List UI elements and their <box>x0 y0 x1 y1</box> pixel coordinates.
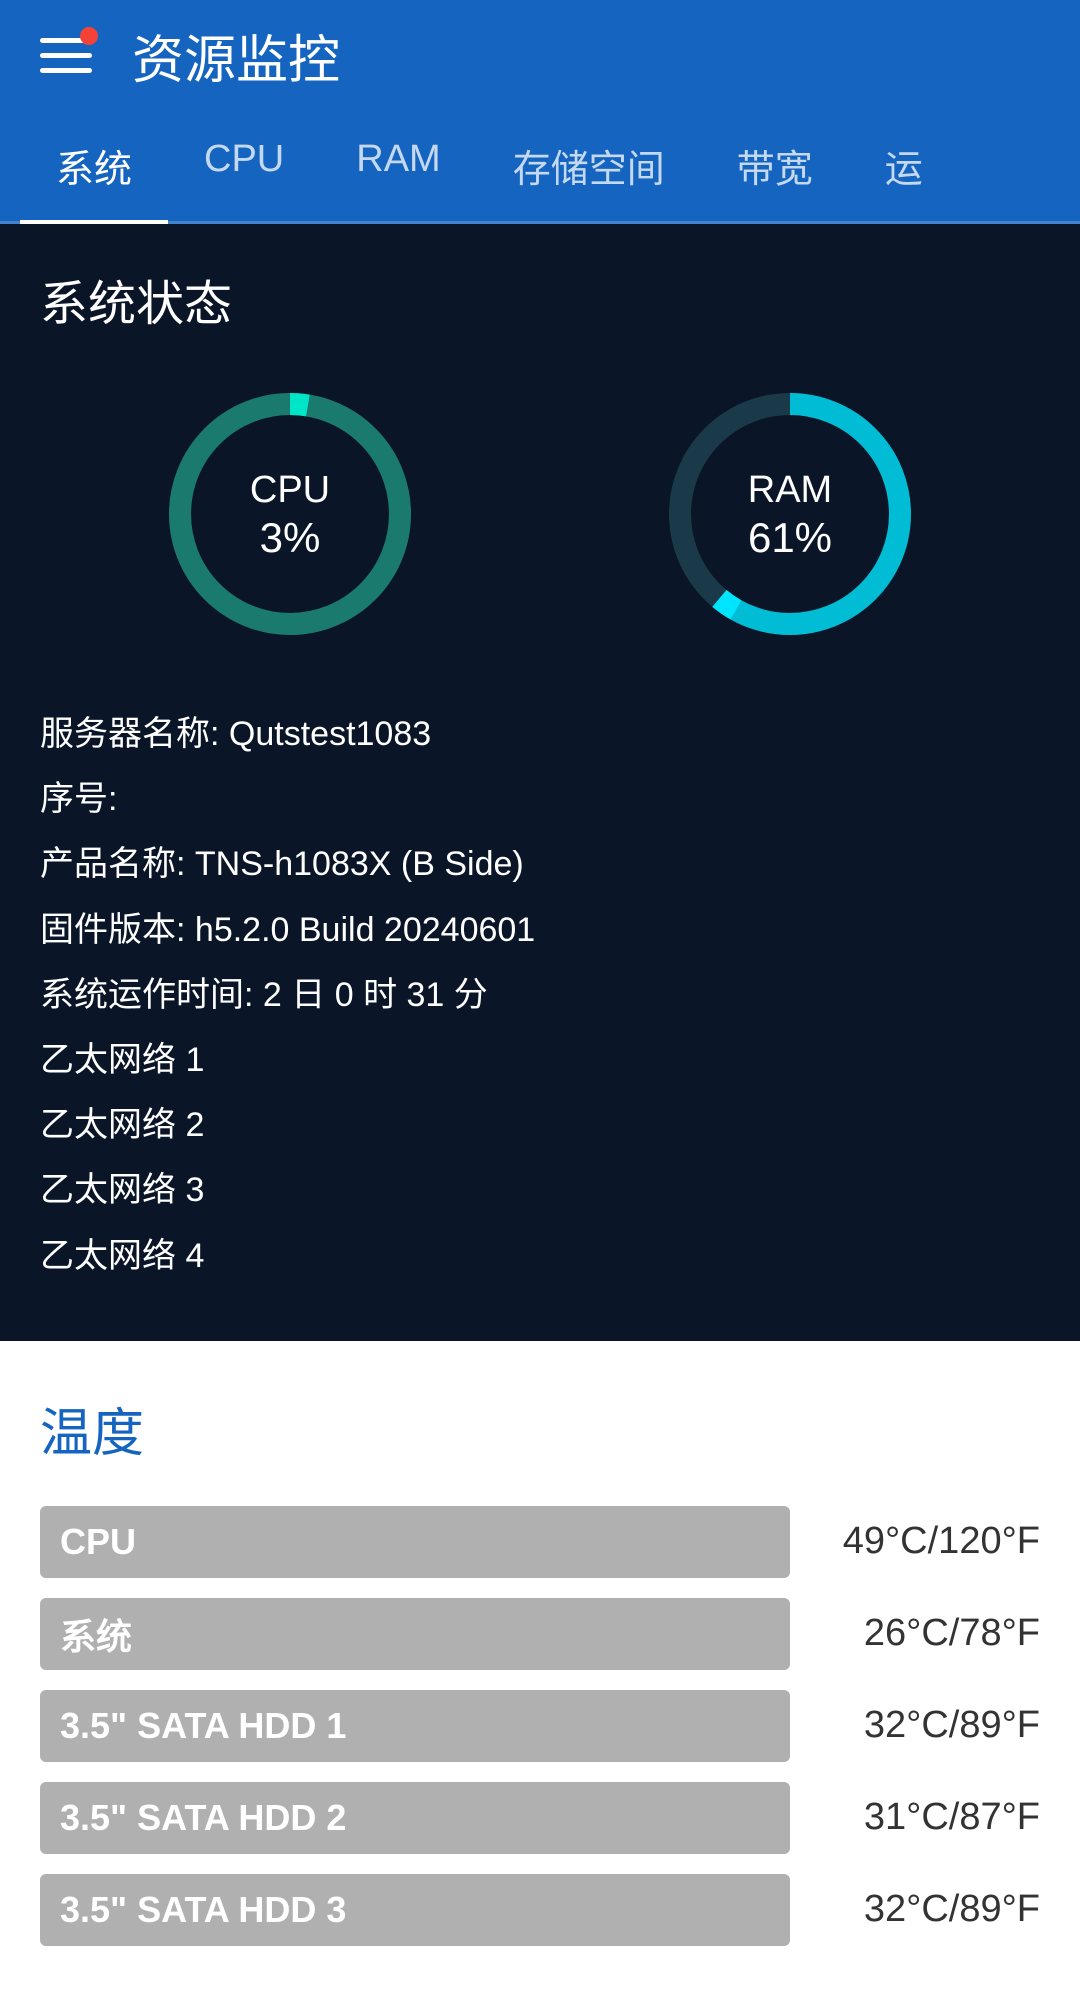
server-name-line: 服务器名称: Qutstest1083 <box>40 704 1040 765</box>
tab-ram[interactable]: RAM <box>320 110 476 221</box>
temperature-row: 3.5" SATA HDD 3 32°C/89°F <box>40 1874 1040 1946</box>
firmware-label: 固件版本: <box>40 911 185 949</box>
temp-bar-fill: CPU <box>40 1506 415 1578</box>
firmware-line: 固件版本: h5.2.0 Build 20240601 <box>40 900 1040 961</box>
server-name-value: Qutstest1083 <box>229 715 431 753</box>
server-name-label: 服务器名称: <box>40 715 219 753</box>
uptime-value: 2 日 0 时 31 分 <box>263 976 488 1014</box>
product-label: 产品名称: <box>40 845 185 883</box>
product-value: TNS-h1083X (B Side) <box>195 845 524 883</box>
network2-line: 乙太网络 2 <box>40 1095 1040 1156</box>
temp-bar-container: 3.5" SATA HDD 3 <box>40 1874 790 1946</box>
svg-text:RAM: RAM <box>748 469 832 511</box>
temperature-title: 温度 <box>40 1391 1040 1466</box>
tab-bandwidth[interactable]: 带宽 <box>701 110 849 221</box>
temperature-row: 3.5" SATA HDD 2 31°C/87°F <box>40 1782 1040 1854</box>
temp-bar-container: 系统 <box>40 1598 790 1670</box>
tab-storage[interactable]: 存储空间 <box>477 110 701 221</box>
system-status-title: 系统状态 <box>40 264 1040 334</box>
ram-gauge-svg: RAM 61% <box>650 374 930 654</box>
nav-tabs: 系统 CPU RAM 存储空间 带宽 运 <box>0 110 1080 224</box>
system-status-section: 系统状态 CPU 3% <box>0 224 1080 1341</box>
temp-value: 32°C/89°F <box>820 1704 1040 1747</box>
gauges-row: CPU 3% RAM 61% <box>40 374 1040 654</box>
menu-button[interactable] <box>40 25 100 85</box>
svg-text:3%: 3% <box>260 514 321 561</box>
uptime-label: 系统运作时间: <box>40 976 253 1014</box>
temperature-row: 3.5" SATA HDD 1 32°C/89°F <box>40 1690 1040 1762</box>
firmware-value: h5.2.0 Build 20240601 <box>195 911 535 949</box>
tab-system[interactable]: 系统 <box>20 110 168 221</box>
temp-bar-label: CPU <box>60 1521 136 1563</box>
temp-bar-label: 3.5" SATA HDD 2 <box>60 1797 346 1839</box>
temp-bar-label: 3.5" SATA HDD 3 <box>60 1889 346 1931</box>
tab-more[interactable]: 运 <box>849 110 959 221</box>
ram-gauge: RAM 61% <box>650 374 930 654</box>
temperature-section: 温度 CPU 49°C/120°F 系统 26°C/78°F 3.5" SATA HDD… <box>0 1341 1080 2016</box>
temp-value: 31°C/87°F <box>820 1796 1040 1839</box>
serial-line: 序号: <box>40 769 1040 830</box>
product-line: 产品名称: TNS-h1083X (B Side) <box>40 834 1040 895</box>
temp-value: 26°C/78°F <box>820 1612 1040 1655</box>
temp-bar-fill: 3.5" SATA HDD 3 <box>40 1874 340 1946</box>
serial-label: 序号: <box>40 780 117 818</box>
temp-bar-container: CPU <box>40 1506 790 1578</box>
temp-bar-label: 系统 <box>60 1608 132 1660</box>
temp-value: 49°C/120°F <box>820 1520 1040 1563</box>
temp-bar-container: 3.5" SATA HDD 1 <box>40 1690 790 1762</box>
svg-text:61%: 61% <box>748 514 832 561</box>
system-info: 服务器名称: Qutstest1083 序号: 产品名称: TNS-h1083X… <box>40 704 1040 1287</box>
network4-line: 乙太网络 4 <box>40 1226 1040 1287</box>
network3-line: 乙太网络 3 <box>40 1160 1040 1221</box>
temp-bar-fill: 3.5" SATA HDD 1 <box>40 1690 340 1762</box>
temperature-list: CPU49°C/120°F系统26°C/78°F3.5" SATA HDD 13… <box>40 1506 1040 1946</box>
uptime-line: 系统运作时间: 2 日 0 时 31 分 <box>40 965 1040 1026</box>
temperature-row: CPU 49°C/120°F <box>40 1506 1040 1578</box>
temp-bar-fill: 3.5" SATA HDD 2 <box>40 1782 325 1854</box>
temp-value: 32°C/89°F <box>820 1888 1040 1931</box>
notification-dot <box>80 27 98 45</box>
menu-bar-3 <box>40 68 92 73</box>
tab-cpu[interactable]: CPU <box>168 110 320 221</box>
cpu-gauge-svg: CPU 3% <box>150 374 430 654</box>
temperature-row: 系统 26°C/78°F <box>40 1598 1040 1670</box>
temp-bar-fill: 系统 <box>40 1598 205 1670</box>
menu-bar-2 <box>40 53 92 58</box>
app-title: 资源监控 <box>132 18 340 93</box>
temp-bar-label: 3.5" SATA HDD 1 <box>60 1705 346 1747</box>
svg-text:CPU: CPU <box>250 469 330 511</box>
temp-bar-container: 3.5" SATA HDD 2 <box>40 1782 790 1854</box>
cpu-gauge: CPU 3% <box>150 374 430 654</box>
header: 资源监控 <box>0 0 1080 110</box>
network1-line: 乙太网络 1 <box>40 1030 1040 1091</box>
